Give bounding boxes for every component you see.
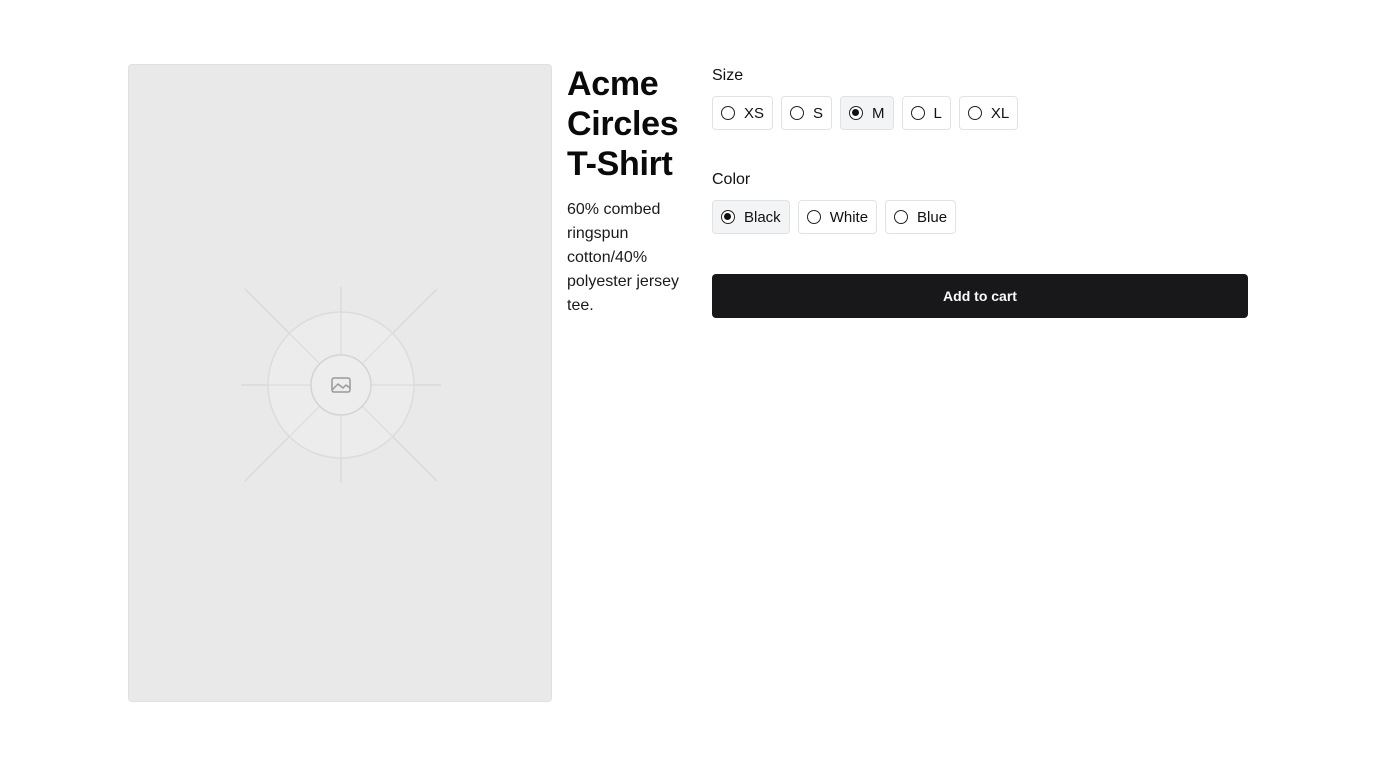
color-option-label: Blue	[917, 208, 948, 226]
size-option-l[interactable]: L	[901, 96, 951, 130]
size-option-label: L	[933, 104, 942, 122]
color-option-blue[interactable]: Blue	[885, 200, 957, 234]
color-option-black[interactable]: Black	[712, 200, 790, 234]
color-label: Color	[712, 171, 751, 188]
color-option-white[interactable]: White	[797, 200, 878, 234]
radio-icon	[910, 106, 925, 120]
radio-icon	[849, 106, 864, 120]
product-title: Acme Circles T-Shirt	[567, 65, 679, 183]
product-info: Acme Circles T-Shirt 60% combed ringspun…	[567, 64, 695, 318]
color-option-label: White	[829, 208, 869, 226]
radio-icon	[721, 106, 735, 120]
size-option-xs[interactable]: XS	[712, 96, 774, 130]
size-options: XS S M L XL	[712, 96, 1248, 130]
size-option-s[interactable]: S	[781, 96, 833, 130]
size-option-m[interactable]: M	[840, 96, 894, 130]
radio-icon	[790, 106, 805, 120]
product-description: 60% combed ringspun cotton/40% polyester…	[567, 201, 680, 314]
color-selector: Color Black White Blue	[712, 168, 1248, 234]
color-options: Black White Blue	[712, 200, 1248, 234]
radio-icon	[967, 106, 982, 120]
color-option-label: Black	[744, 208, 781, 226]
radio-icon	[894, 210, 909, 224]
size-label: Size	[712, 67, 744, 84]
size-option-label: M	[872, 104, 885, 122]
size-option-label: S	[813, 104, 824, 122]
radio-icon	[806, 210, 821, 224]
size-selector: Size XS S M L XL	[712, 64, 1248, 130]
size-option-label: XL	[990, 104, 1010, 122]
image-placeholder-icon	[241, 287, 441, 483]
add-to-cart-button[interactable]: Add to cart	[712, 274, 1248, 318]
size-option-label: XS	[744, 104, 765, 122]
product-image	[128, 64, 552, 702]
product-options: Size XS S M L XL Color Black White Blue …	[712, 64, 1248, 318]
size-option-xl[interactable]: XL	[958, 96, 1019, 130]
radio-icon	[721, 210, 735, 224]
